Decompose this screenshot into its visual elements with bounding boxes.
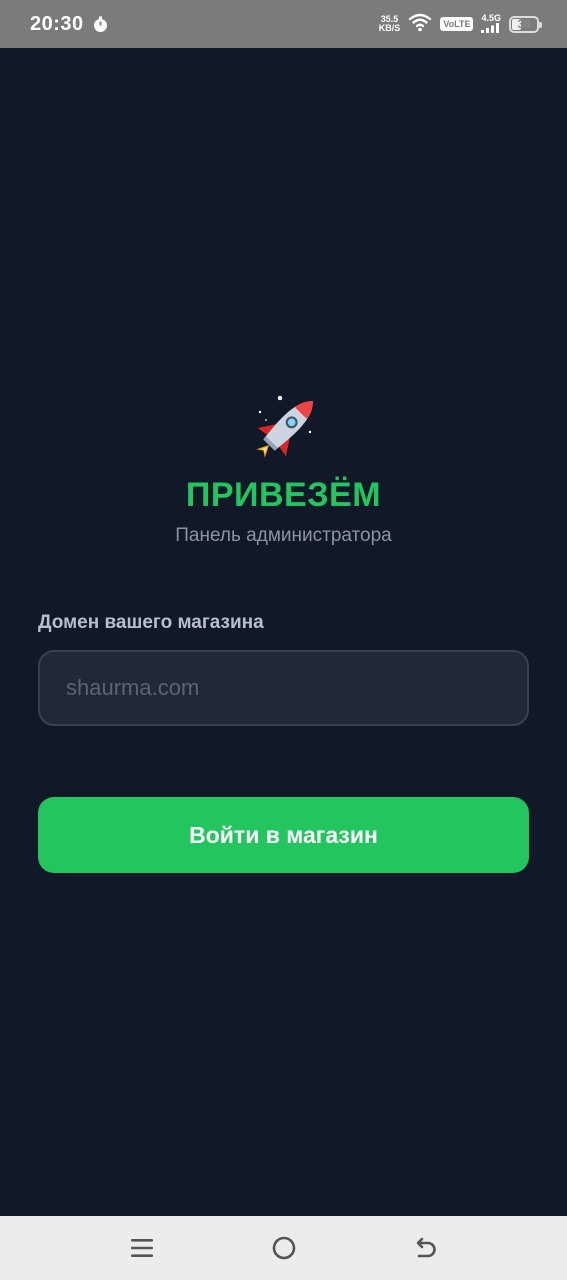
volte-badge: VoLTE [440, 17, 474, 31]
status-right: 35.5 KB/S VoLTE 4.5G 38 [379, 12, 542, 37]
back-icon[interactable] [410, 1232, 442, 1264]
wifi-icon [408, 12, 432, 37]
navigation-bar [0, 1216, 567, 1280]
login-button[interactable]: Войти в магазин [38, 797, 529, 873]
battery-icon: 38 [509, 15, 542, 33]
network-speed: 35.5 KB/S [379, 15, 401, 33]
battery-level: 38 [517, 17, 531, 31]
cellular-signal: 4.5G [481, 12, 501, 35]
status-left: 20:30 [30, 13, 109, 36]
brand-subtitle: Панель администратора [175, 525, 392, 546]
status-time: 20:30 [30, 12, 84, 35]
speed-unit: KB/S [378, 23, 401, 33]
network-type: 4.5G [481, 12, 501, 23]
domain-input[interactable] [38, 650, 529, 726]
stopwatch-icon [92, 16, 109, 33]
home-icon[interactable] [268, 1232, 300, 1264]
domain-label: Домен вашего магазина [38, 612, 264, 633]
signal-icon [481, 22, 500, 35]
brand-title: ПРИВЕЗЁМ [185, 476, 382, 514]
status-bar: 20:30 35.5 KB/S VoLTE 4.5G 38 [0, 0, 567, 48]
menu-icon[interactable] [126, 1232, 158, 1264]
rocket-icon [248, 390, 324, 466]
